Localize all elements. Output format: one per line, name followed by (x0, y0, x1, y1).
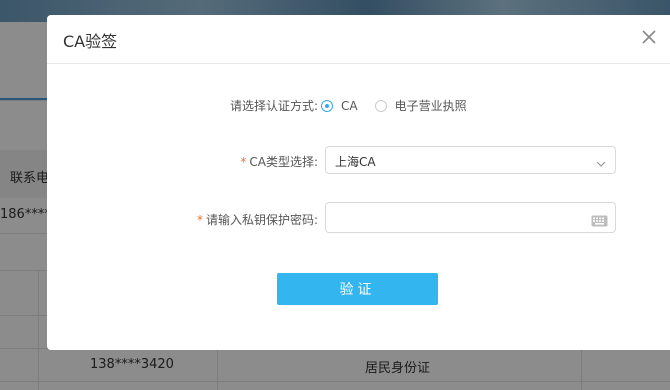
ca-type-label: * CA类型选择: (240, 153, 318, 170)
ca-type-select[interactable]: 上海CA (325, 146, 616, 174)
keyboard-icon[interactable] (591, 212, 608, 227)
dialog-title: CA验签 (63, 32, 118, 51)
dialog-header: CA验签 (47, 15, 670, 64)
radio-option-business-license[interactable]: 电子营业执照 (374, 97, 467, 114)
auth-method-label: 请选择认证方式: (229, 99, 318, 113)
password-label: * 请输入私钥保护密码: (197, 211, 318, 228)
required-mark: * (240, 155, 247, 169)
chevron-down-icon (595, 155, 607, 167)
private-key-password-input[interactable] (325, 202, 616, 233)
radio-option-ca[interactable]: CA (321, 99, 358, 113)
ca-type-label-text: CA类型选择: (249, 155, 318, 169)
ca-verify-dialog: CA验签 请选择认证方式: CA 电子营业执照 * CA类型选择: 上海CA *… (47, 15, 670, 350)
auth-method-radio-group: CA 电子营业执照 (321, 97, 484, 114)
radio-label-business-license: 电子营业执照 (394, 99, 467, 113)
radio-checked-icon[interactable] (321, 99, 333, 112)
required-mark: * (196, 213, 203, 227)
radio-label-ca: CA (341, 98, 358, 113)
password-label-text: 请输入私钥保护密码: (205, 213, 318, 227)
ca-type-selected-value: 上海CA (335, 155, 376, 169)
verify-button[interactable]: 验证 (277, 273, 438, 305)
radio-unchecked-icon[interactable] (374, 99, 387, 112)
close-icon[interactable] (639, 27, 659, 47)
